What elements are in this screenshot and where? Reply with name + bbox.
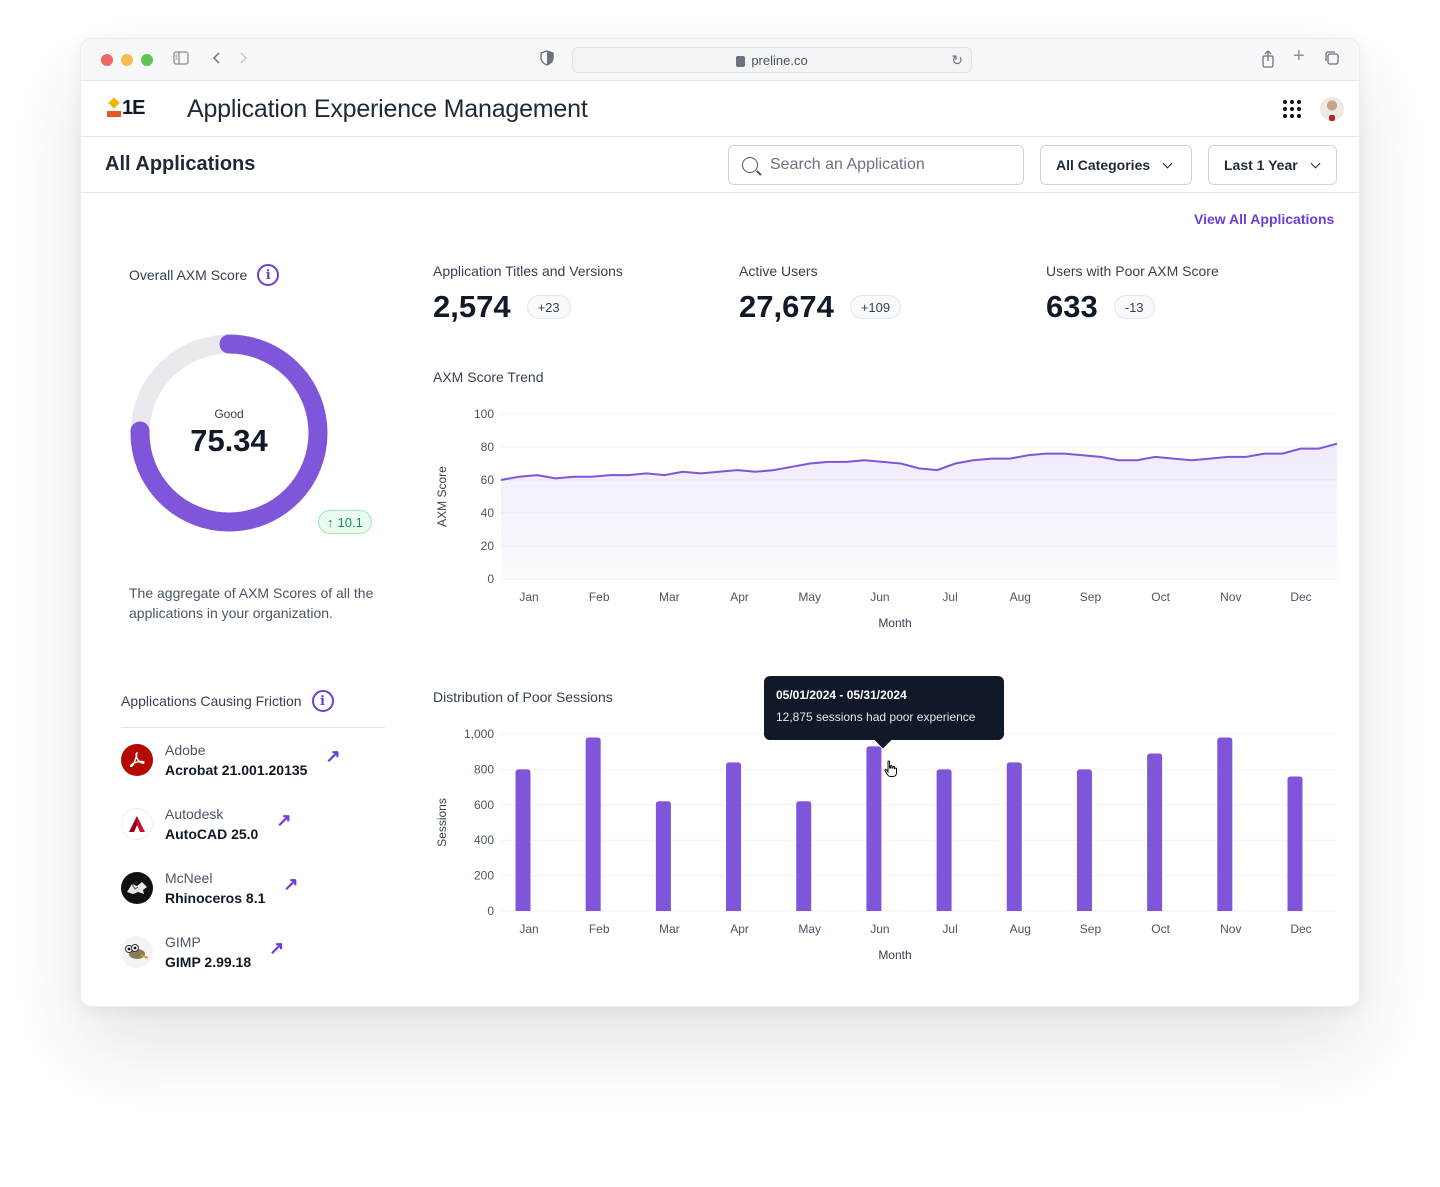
- charts-layer: 0 20 40 60 80 100 Jan Feb Mar Apr May Jun Jul Aug Sep O…: [435, 407, 1338, 962]
- x-tick-label: Feb: [589, 922, 610, 936]
- bar: [796, 801, 812, 911]
- x-tick-label: Dec: [1290, 922, 1311, 936]
- friction-app-item[interactable]: McNeel Rhinoceros 8.1 ↗: [121, 868, 298, 908]
- x-tick-label: Jan: [519, 922, 538, 936]
- y-tick-label: 0: [487, 904, 494, 918]
- x-tick-label: Jul: [942, 590, 957, 604]
- x-tick-label: Mar: [659, 590, 680, 604]
- x-tick-label: Apr: [730, 922, 749, 936]
- open-arrow-icon[interactable]: ↗: [283, 874, 298, 895]
- friction-app-item[interactable]: Adobe Acrobat 21.001.20135 ↗: [121, 740, 341, 780]
- autocad-icon: [121, 808, 153, 840]
- divider: [121, 727, 385, 728]
- x-tick-label: Aug: [1010, 590, 1031, 604]
- x-tick-label: Nov: [1220, 922, 1241, 936]
- x-tick-label: May: [798, 590, 821, 604]
- bar: [655, 801, 671, 911]
- bar: [1287, 776, 1303, 911]
- bar: [1076, 769, 1092, 911]
- info-icon[interactable]: i: [311, 690, 334, 712]
- bar: [585, 737, 601, 911]
- y-tick-label: 600: [474, 798, 494, 812]
- x-tick-label: Sep: [1080, 590, 1102, 604]
- tooltip-body: 12,875 sessions had poor experience: [776, 710, 976, 724]
- app-name: Rhinoceros 8.1: [165, 890, 266, 906]
- bar: [936, 769, 952, 911]
- adobe-acrobat-icon: [121, 744, 153, 776]
- tooltip-title: 05/01/2024 - 05/31/2024: [776, 688, 907, 702]
- x-tick-label: Apr: [730, 590, 749, 604]
- axm-trend-chart: 0 20 40 60 80 100 Jan Feb Mar Apr May Jun Jul Aug Sep O…: [435, 407, 1338, 630]
- chart-tooltip: 05/01/2024 - 05/31/2024 12,875 sessions …: [764, 676, 1004, 740]
- y-tick-label: 200: [474, 869, 494, 883]
- y-tick-label: 80: [481, 440, 495, 454]
- bar: [866, 746, 882, 911]
- x-tick-label: Sep: [1080, 922, 1102, 936]
- friction-header: Applications Causing Friction i: [121, 690, 334, 712]
- friction-app-item[interactable]: Autodesk AutoCAD 25.0 ↗: [121, 804, 291, 844]
- friction-app-item[interactable]: GIMP GIMP 2.99.18 ↗: [121, 932, 284, 972]
- y-tick-label: 60: [481, 473, 495, 487]
- app-name: Acrobat 21.001.20135: [165, 762, 308, 778]
- y-tick-label: 100: [474, 407, 494, 421]
- x-tick-label: Jan: [519, 590, 538, 604]
- rhinoceros-icon: [121, 872, 153, 904]
- app-name: GIMP 2.99.18: [165, 954, 252, 970]
- bar: [1217, 737, 1233, 911]
- x-axis-title: Month: [878, 948, 911, 962]
- gimp-icon: [121, 936, 153, 968]
- app-vendor: Autodesk: [165, 806, 224, 822]
- y-tick-label: 800: [474, 762, 494, 776]
- x-tick-label: Feb: [589, 590, 610, 604]
- x-tick-label: Aug: [1010, 922, 1031, 936]
- bar: [726, 762, 742, 911]
- x-tick-label: Oct: [1151, 590, 1170, 604]
- y-tick-label: 1,000: [464, 727, 494, 741]
- x-tick-label: Mar: [659, 922, 680, 936]
- bar: [1147, 753, 1163, 911]
- y-axis-title: AXM Score: [435, 466, 449, 527]
- x-tick-label: Jul: [942, 922, 957, 936]
- app-vendor: McNeel: [165, 870, 213, 886]
- bar: [515, 769, 531, 911]
- x-tick-label: Nov: [1220, 590, 1241, 604]
- app-vendor: GIMP: [165, 934, 201, 950]
- y-tick-label: 0: [487, 572, 494, 586]
- area-fill: [501, 443, 1337, 579]
- x-tick-label: Dec: [1290, 590, 1311, 604]
- bar: [1006, 762, 1022, 911]
- open-arrow-icon[interactable]: ↗: [269, 938, 284, 959]
- y-tick-label: 400: [474, 833, 494, 847]
- x-tick-label: May: [798, 922, 821, 936]
- x-tick-label: Oct: [1151, 922, 1170, 936]
- friction-label: Applications Causing Friction: [121, 693, 302, 709]
- app-name: AutoCAD 25.0: [165, 826, 259, 842]
- open-arrow-icon[interactable]: ↗: [325, 746, 340, 767]
- hand-cursor-icon: [884, 760, 898, 783]
- x-tick-label: Jun: [870, 922, 889, 936]
- y-tick-label: 20: [481, 539, 495, 553]
- browser-window: preline.co ↻ + 1E Application Experience…: [80, 38, 1360, 1007]
- y-tick-label: 40: [481, 506, 495, 520]
- x-tick-label: Jun: [870, 590, 889, 604]
- open-arrow-icon[interactable]: ↗: [276, 810, 291, 831]
- y-axis-title: Sessions: [435, 798, 449, 847]
- x-axis-title: Month: [878, 616, 911, 630]
- app-vendor: Adobe: [165, 742, 206, 758]
